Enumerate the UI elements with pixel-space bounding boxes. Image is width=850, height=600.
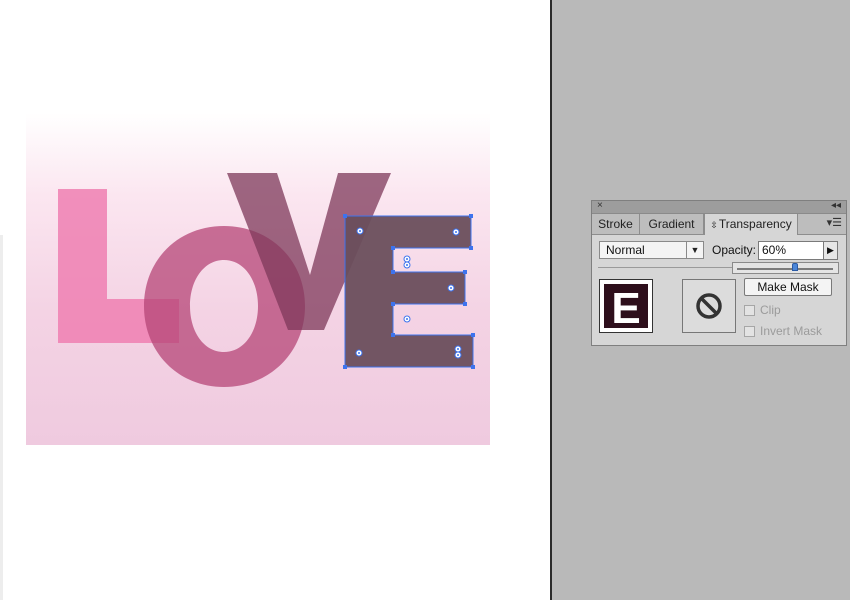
letter-e[interactable]: [345, 216, 473, 367]
panel-divider: [598, 267, 733, 268]
make-mask-button[interactable]: Make Mask: [744, 278, 832, 296]
artwork-thumbnail[interactable]: E: [599, 279, 653, 333]
panel-titlebar[interactable]: × ◂◂: [592, 199, 846, 214]
center-point-dot: [457, 348, 459, 350]
center-point-dot: [406, 318, 408, 320]
chevron-down-icon[interactable]: ▼: [686, 242, 703, 258]
tab-transparency[interactable]: ⇳Transparency: [704, 214, 798, 235]
center-point-dot: [457, 354, 459, 356]
tab-stroke[interactable]: Stroke: [592, 214, 640, 234]
opacity-slider-track[interactable]: [737, 268, 833, 270]
center-point-dot: [455, 231, 457, 233]
anchor-point[interactable]: [391, 270, 395, 274]
center-point-dot: [359, 230, 361, 232]
thumbnail-letter: E: [611, 284, 640, 332]
anchor-point[interactable]: [391, 302, 395, 306]
anchor-point[interactable]: [343, 365, 347, 369]
no-mask-icon: [696, 293, 722, 319]
opacity-input[interactable]: 60%: [758, 241, 824, 260]
tab-gradient[interactable]: Gradient: [640, 214, 704, 234]
anchor-point[interactable]: [463, 302, 467, 306]
center-point-dot: [358, 352, 360, 354]
mask-thumbnail[interactable]: [682, 279, 736, 333]
anchor-point[interactable]: [471, 333, 475, 337]
panel-tab-row: Stroke Gradient ⇳Transparency ▾☰: [592, 214, 846, 235]
anchor-point[interactable]: [343, 214, 347, 218]
opacity-slider-popup: [732, 262, 839, 274]
blend-mode-value: Normal: [606, 243, 645, 257]
love-artwork: [58, 173, 475, 387]
anchor-point[interactable]: [469, 214, 473, 218]
anchor-point[interactable]: [391, 246, 395, 250]
opacity-slider-toggle-icon[interactable]: ▶: [823, 241, 838, 260]
clip-label: Clip: [760, 303, 781, 317]
opacity-label: Opacity:: [712, 243, 757, 257]
thumbnail-preview: E: [604, 284, 648, 333]
center-point-dot: [406, 264, 408, 266]
opacity-slider-thumb[interactable]: [791, 263, 798, 271]
anchor-point[interactable]: [463, 270, 467, 274]
blend-mode-dropdown[interactable]: Normal ▼: [599, 241, 704, 259]
anchor-point[interactable]: [391, 333, 395, 337]
collapse-icon[interactable]: ◂◂: [831, 199, 841, 213]
expand-options-icon: ⇳: [710, 220, 718, 230]
clip-checkbox[interactable]: [744, 305, 755, 316]
center-point-dot: [406, 258, 408, 260]
anchor-point[interactable]: [469, 246, 473, 250]
tab-transparency-label: Transparency: [718, 217, 792, 231]
anchor-point[interactable]: [471, 365, 475, 369]
invert-mask-label: Invert Mask: [760, 324, 823, 338]
close-icon[interactable]: ×: [597, 199, 603, 213]
artboard: [0, 0, 550, 600]
center-point-dot: [450, 287, 452, 289]
invert-mask-checkbox[interactable]: [744, 326, 755, 337]
panel-menu-icon[interactable]: ▾☰: [827, 216, 842, 229]
